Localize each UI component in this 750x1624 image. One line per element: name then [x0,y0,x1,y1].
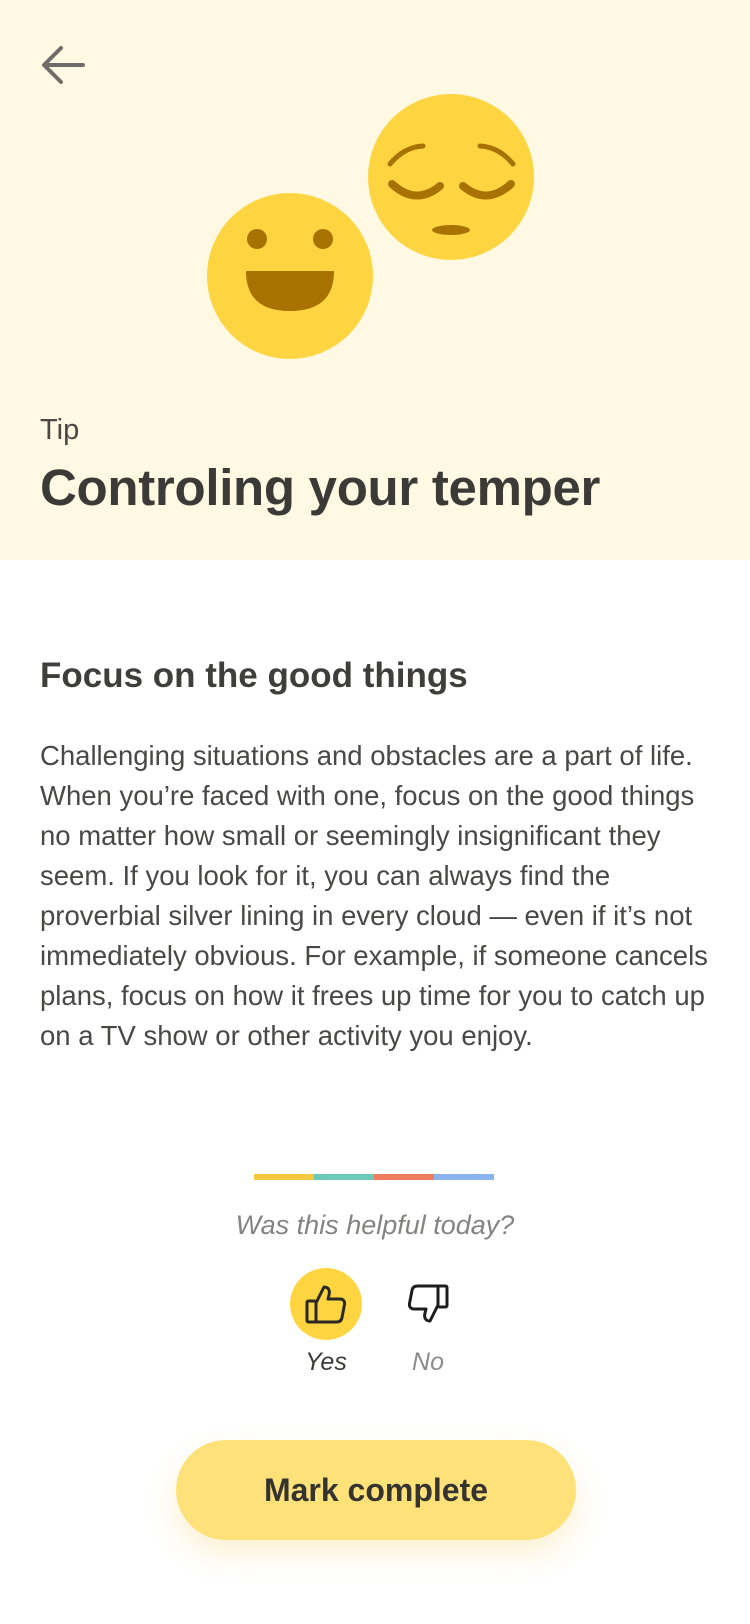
mark-complete-button[interactable]: Mark complete [176,1440,576,1540]
divider-segment-yellow [254,1174,314,1180]
yes-button[interactable]: Yes [281,1268,371,1377]
yes-label: Yes [305,1348,347,1376]
thumbs-down-icon [407,1284,449,1323]
no-label: No [412,1348,444,1376]
back-button[interactable] [36,40,90,90]
no-icon-circle[interactable] [392,1268,464,1340]
tip-label: Tip [40,414,80,446]
page-title: Controling your temper [40,459,601,516]
no-button[interactable]: No [383,1268,473,1377]
hero-header: Tip Controling your temper [0,0,750,560]
smiling-face-icon [207,193,373,359]
divider-segment-teal [314,1174,374,1180]
feedback-question: Was this helpful today? [235,1210,515,1240]
arrow-left-icon [42,46,85,84]
tip-body: Challenging situations and obstacles are… [40,740,708,1051]
divider-segment-coral [374,1174,434,1180]
yes-icon-circle[interactable] [290,1268,362,1340]
pensive-face-icon [368,94,534,260]
divider-segment-blue [434,1174,494,1180]
color-divider [254,1174,494,1180]
thumbs-up-icon [305,1285,347,1324]
section-heading: Focus on the good things [40,656,468,695]
